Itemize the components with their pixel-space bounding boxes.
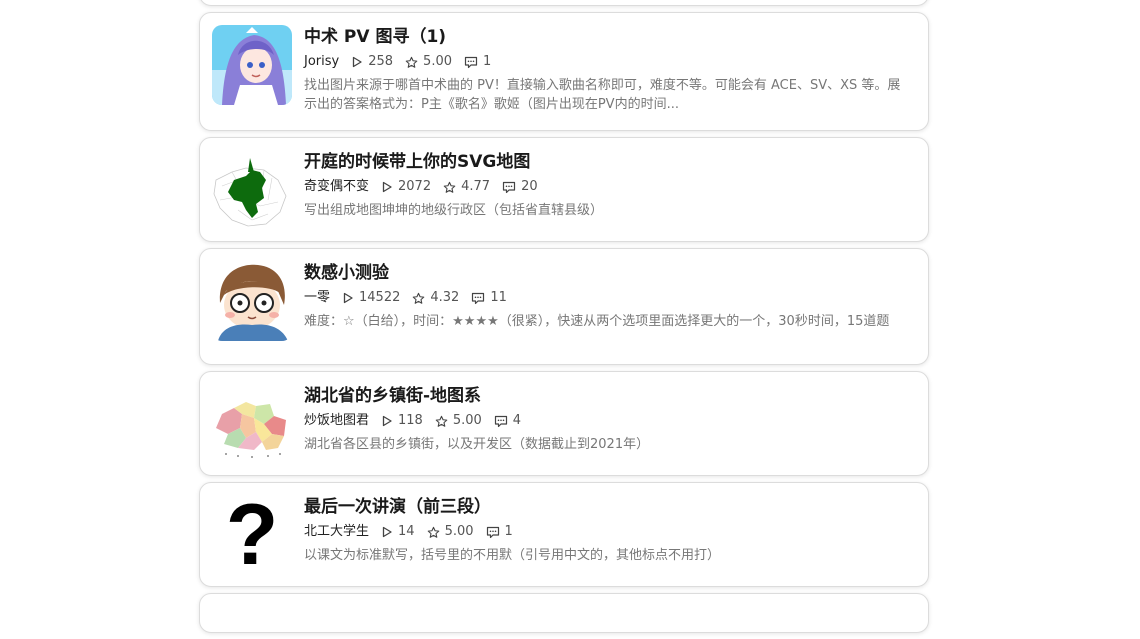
rating-value: 5.00 bbox=[444, 524, 474, 539]
quiz-author[interactable]: 奇变偶不变 bbox=[304, 178, 369, 196]
quiz-list: 中术 PV 图寻（1) Jorisy 258 5.00 1 找出图片来源于哪首中… bbox=[199, 0, 929, 639]
quiz-meta: 奇变偶不变 2072 4.77 20 bbox=[304, 178, 914, 196]
quiz-author[interactable]: 北工大学生 bbox=[304, 523, 369, 541]
play-count-value: 2072 bbox=[398, 179, 432, 194]
rating: 5.00 bbox=[405, 53, 452, 71]
comment-icon bbox=[472, 292, 485, 304]
question-mark-icon: ? bbox=[225, 495, 279, 575]
play-icon bbox=[382, 181, 392, 193]
comment-count: 4 bbox=[494, 412, 521, 430]
quiz-card-partial-top[interactable] bbox=[199, 0, 929, 6]
play-count-value: 14 bbox=[398, 524, 415, 539]
comment-count-value: 11 bbox=[490, 290, 507, 305]
quiz-author[interactable]: 炒饭地图君 bbox=[304, 412, 369, 430]
quiz-meta: Jorisy 258 5.00 1 bbox=[304, 53, 914, 71]
rating-value: 5.00 bbox=[423, 54, 452, 69]
comment-count: 1 bbox=[464, 53, 491, 71]
rating: 4.32 bbox=[412, 289, 459, 307]
quiz-title[interactable]: 湖北省的乡镇街-地图系 bbox=[304, 385, 914, 407]
play-count: 14522 bbox=[342, 289, 400, 307]
quiz-thumbnail: ? bbox=[212, 495, 292, 575]
star-icon bbox=[427, 526, 439, 538]
comment-icon bbox=[486, 526, 499, 538]
comment-icon bbox=[494, 415, 507, 427]
comment-count-value: 20 bbox=[521, 179, 538, 194]
comment-count: 11 bbox=[471, 289, 507, 307]
star-icon bbox=[413, 292, 425, 304]
comment-count: 20 bbox=[502, 178, 538, 196]
rating: 5.00 bbox=[427, 523, 474, 541]
quiz-card[interactable]: ? 最后一次讲演（前三段） 北工大学生 14 5.00 1 以课文为标准默写，括… bbox=[199, 482, 929, 587]
quiz-meta: 炒饭地图君 118 5.00 4 bbox=[304, 412, 914, 430]
comment-icon bbox=[464, 56, 478, 68]
quiz-thumbnail bbox=[212, 384, 292, 464]
quiz-card[interactable]: 中术 PV 图寻（1) Jorisy 258 5.00 1 找出图片来源于哪首中… bbox=[199, 12, 929, 131]
play-icon bbox=[382, 415, 392, 427]
comment-icon bbox=[502, 181, 516, 193]
star-icon bbox=[443, 181, 456, 193]
play-count-value: 118 bbox=[398, 413, 423, 428]
play-count-value: 14522 bbox=[359, 290, 401, 305]
quiz-meta: 北工大学生 14 5.00 1 bbox=[304, 523, 914, 541]
rating: 4.77 bbox=[443, 178, 490, 196]
quiz-title[interactable]: 开庭的时候带上你的SVG地图 bbox=[304, 151, 914, 173]
quiz-author[interactable]: Jorisy bbox=[304, 53, 339, 71]
rating: 5.00 bbox=[435, 412, 482, 430]
play-count: 258 bbox=[351, 53, 393, 71]
quiz-thumbnail bbox=[212, 150, 292, 230]
quiz-description: 以课文为标准默写，括号里的不用默（引号用中文的，其他标点不用打） bbox=[304, 548, 721, 563]
star-icon bbox=[405, 56, 418, 68]
play-count: 14 bbox=[381, 523, 415, 541]
rating-value: 4.32 bbox=[430, 290, 460, 305]
play-icon bbox=[353, 56, 362, 68]
quiz-thumbnail bbox=[212, 261, 292, 341]
comment-count: 1 bbox=[486, 523, 513, 541]
play-icon bbox=[343, 292, 353, 304]
play-icon bbox=[382, 526, 392, 538]
quiz-author[interactable]: 一零 bbox=[304, 289, 330, 307]
quiz-card[interactable]: 湖北省的乡镇街-地图系 炒饭地图君 118 5.00 4 湖北省各区县的乡镇街，… bbox=[199, 371, 929, 476]
quiz-description: 湖北省各区县的乡镇街，以及开发区（数据截止到2021年） bbox=[304, 437, 650, 452]
quiz-card[interactable]: 数感小测验 一零 14522 4.32 11 难度：☆（白给），时间：★★★★（… bbox=[199, 248, 929, 365]
quiz-description: 找出图片来源于哪首中术曲的 PV！直接输入歌曲名称即可，难度不等。可能会有 AC… bbox=[304, 78, 901, 112]
quiz-title[interactable]: 数感小测验 bbox=[304, 262, 914, 284]
play-count-value: 258 bbox=[368, 54, 394, 69]
quiz-title[interactable]: 最后一次讲演（前三段） bbox=[304, 496, 914, 518]
comment-count-value: 1 bbox=[504, 524, 513, 539]
rating-value: 5.00 bbox=[452, 413, 482, 428]
play-count: 2072 bbox=[381, 178, 431, 196]
comment-count-value: 1 bbox=[483, 54, 492, 69]
quiz-description: 写出组成地图坤坤的地级行政区（包括省直辖县级） bbox=[304, 203, 604, 218]
quiz-thumbnail bbox=[212, 25, 292, 105]
play-count: 118 bbox=[381, 412, 423, 430]
quiz-title[interactable]: 中术 PV 图寻（1) bbox=[304, 26, 914, 48]
comment-count-value: 4 bbox=[512, 413, 522, 428]
quiz-card-partial-bottom[interactable] bbox=[199, 593, 929, 633]
rating-value: 4.77 bbox=[461, 179, 491, 194]
star-icon bbox=[435, 415, 448, 427]
quiz-meta: 一零 14522 4.32 11 bbox=[304, 289, 914, 307]
quiz-description: 难度：☆（白给），时间：★★★★（很紧），快速从两个选项里面选择更大的一个，30… bbox=[304, 314, 890, 329]
quiz-card[interactable]: 开庭的时候带上你的SVG地图 奇变偶不变 2072 4.77 20 写出组成地图… bbox=[199, 137, 929, 242]
